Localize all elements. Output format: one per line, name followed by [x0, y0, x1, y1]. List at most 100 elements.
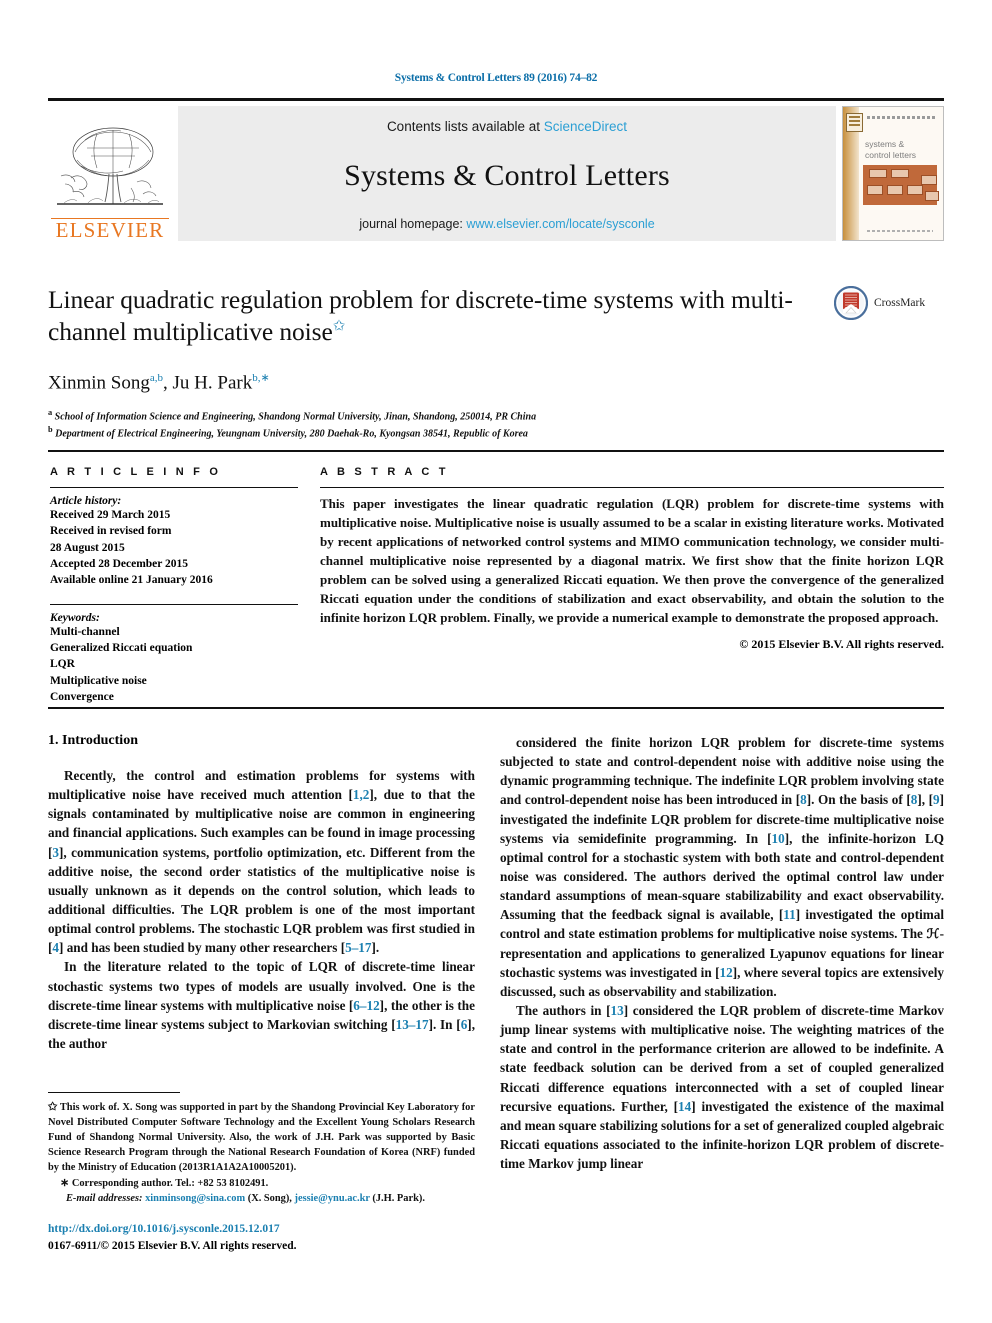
- affiliation-a: a School of Information Science and Engi…: [48, 407, 944, 425]
- footnote-funding-text: This work of. X. Song was supported in p…: [48, 1102, 475, 1173]
- footnote-emails: E-mail addresses: xinminsong@sina.com (X…: [66, 1192, 475, 1207]
- author-separator: ,: [163, 372, 173, 394]
- citation-link[interactable]: 13–17: [396, 1017, 429, 1032]
- abstract-rule: [320, 487, 944, 488]
- title-footnote-marker[interactable]: ✩: [333, 318, 346, 334]
- history-item: 28 August 2015: [50, 541, 125, 554]
- paragraph-text: ]. In [: [428, 1016, 461, 1032]
- homepage-prefix: journal homepage:: [359, 217, 467, 231]
- citation-link[interactable]: 8: [800, 792, 807, 807]
- affiliation-a-text: School of Information Science and Engine…: [54, 410, 537, 422]
- keyword-item: Multiplicative noise: [50, 674, 147, 687]
- paragraph-text: ]. On the basis of [: [806, 792, 911, 808]
- body-paragraph: considered the finite horizon LQR proble…: [500, 733, 944, 1001]
- abstract-copyright: © 2015 Elsevier B.V. All rights reserved…: [739, 636, 944, 651]
- journal-homepage-link[interactable]: www.elsevier.com/locate/sysconle: [466, 217, 654, 231]
- email-owner-1: (X. Song),: [247, 1192, 292, 1204]
- affiliation-b-marker: b: [48, 425, 53, 435]
- citation-link[interactable]: 13: [611, 1003, 624, 1018]
- right-paragraph-container: considered the finite horizon LQR proble…: [500, 733, 944, 1173]
- body-paragraph: Recently, the control and estimation pro…: [48, 766, 475, 957]
- divider-above-abstract: [48, 450, 944, 452]
- affiliation-b-text: Department of Electrical Engineering, Ye…: [55, 428, 528, 440]
- citation-link[interactable]: 9: [933, 792, 940, 807]
- sciencedirect-link[interactable]: ScienceDirect: [544, 119, 627, 134]
- citation-link[interactable]: 3: [52, 845, 59, 860]
- journal-title: Systems & Control Letters: [344, 158, 670, 192]
- keyword-item: Multi-channel: [50, 625, 120, 638]
- history-item: Available online 21 January 2016: [50, 574, 213, 587]
- keywords-list: Multi-channel Generalized Riccati equati…: [50, 624, 298, 706]
- citation-link[interactable]: 10: [772, 831, 785, 846]
- cover-top-rule: [867, 116, 935, 119]
- paragraph-text: The authors in [: [516, 1002, 611, 1018]
- affiliation-b: b Department of Electrical Engineering, …: [48, 424, 944, 442]
- body-left-column: 1. Introduction Recently, the control an…: [48, 733, 475, 1053]
- cover-title-line1: systems &: [865, 139, 905, 149]
- citation-link[interactable]: 6–12: [353, 998, 379, 1013]
- paragraph-text: ] considered the LQR problem of discrete…: [500, 1002, 944, 1114]
- crossmark-icon[interactable]: [834, 286, 868, 320]
- citation-link[interactable]: 11: [783, 907, 795, 922]
- body-paragraph: In the literature related to the topic o…: [48, 957, 475, 1053]
- divider-below-abstract: [48, 707, 944, 709]
- page-title: Linear quadratic regulation problem for …: [48, 284, 808, 347]
- article-info-heading: A R T I C L E I N F O: [50, 466, 222, 478]
- cover-block-diagram-icon: [863, 165, 939, 205]
- author-1-affiliation-marker: a,b: [149, 372, 164, 385]
- elsevier-tree-icon: [57, 127, 163, 205]
- footnote-funding: ✩ This work of. X. Song was supported in…: [48, 1100, 475, 1176]
- paragraph-text: ] and has been studied by many other res…: [59, 940, 346, 956]
- body-right-column: considered the finite horizon LQR proble…: [500, 733, 944, 1173]
- section-title-introduction: 1. Introduction: [48, 733, 138, 748]
- cover-badge-icon: [846, 113, 863, 132]
- title-line-1: Linear quadratic regulation problem for …: [48, 285, 725, 314]
- author-name-2[interactable]: Ju H. Park: [173, 373, 253, 394]
- paragraph-text: ], [: [917, 792, 933, 808]
- citation-link[interactable]: 1,2: [353, 787, 369, 802]
- cover-journal-title: systems & control letters: [865, 139, 916, 160]
- keywords-title: Keywords:: [50, 611, 100, 624]
- footnote-corresponding: ∗ Corresponding author. Tel.: +82 53 810…: [48, 1176, 475, 1192]
- crossmark-label: CrossMark: [874, 297, 926, 309]
- affiliations: a School of Information Science and Engi…: [48, 407, 944, 443]
- elsevier-wordmark: ELSEVIER: [51, 218, 169, 241]
- citation-link[interactable]: 12: [720, 965, 733, 980]
- doi-link[interactable]: http://dx.doi.org/10.1016/j.sysconle.201…: [48, 1221, 478, 1238]
- author-list: Xinmin Songa,b, Ju H. Parkb,∗: [48, 371, 944, 394]
- citation-link[interactable]: 5–17: [345, 940, 371, 955]
- footnote-corresponding-marker: ∗: [60, 1176, 70, 1189]
- footnote-rule: [48, 1092, 180, 1093]
- paper-page: Systems & Control Letters 89 (2016) 74–8…: [0, 0, 992, 1323]
- crossmark-badge[interactable]: CrossMark: [834, 286, 944, 320]
- author-name-1[interactable]: Xinmin Song: [48, 373, 150, 394]
- article-history-list: Received 29 March 2015 Received in revis…: [50, 507, 298, 589]
- journal-cover-thumbnail: systems & control letters: [842, 106, 944, 241]
- history-item: Accepted 28 December 2015: [50, 557, 189, 570]
- journal-masthead: ELSEVIER Contents lists available at Sci…: [48, 98, 944, 241]
- footnote-corresponding-text: Corresponding author. Tel.: +82 53 81024…: [71, 1177, 269, 1189]
- article-history-title: Article history:: [50, 495, 122, 507]
- email-link-1[interactable]: xinminsong@sina.com: [145, 1193, 245, 1204]
- paragraph-text: ].: [371, 940, 380, 956]
- history-item: Received in revised form: [50, 525, 172, 538]
- keywords-rule: [50, 603, 298, 605]
- cover-bottom-rule: [867, 230, 933, 232]
- citation-link[interactable]: 4: [52, 940, 59, 955]
- masthead-center-panel: Contents lists available at ScienceDirec…: [178, 106, 836, 241]
- cover-title-line2: control letters: [865, 149, 917, 160]
- contents-available-line: Contents lists available at ScienceDirec…: [387, 119, 627, 134]
- contents-prefix: Contents lists available at: [386, 119, 544, 134]
- footnotes-block: ✩ This work of. X. Song was supported in…: [48, 1092, 475, 1207]
- title-block: Linear quadratic regulation problem for …: [48, 284, 944, 442]
- keyword-item: Convergence: [50, 690, 114, 703]
- left-paragraph-container: Recently, the control and estimation pro…: [48, 766, 475, 1053]
- corresponding-author-marker: ∗: [260, 372, 270, 385]
- article-info-rule: [50, 487, 298, 488]
- affiliation-a-marker: a: [48, 407, 53, 417]
- keyword-item: LQR: [50, 658, 75, 671]
- keyword-item: Generalized Riccati equation: [50, 641, 193, 654]
- email-link-2[interactable]: jessie@ynu.ac.kr: [295, 1193, 370, 1204]
- citation-link[interactable]: 14: [678, 1099, 691, 1114]
- elsevier-logo: ELSEVIER: [48, 106, 172, 241]
